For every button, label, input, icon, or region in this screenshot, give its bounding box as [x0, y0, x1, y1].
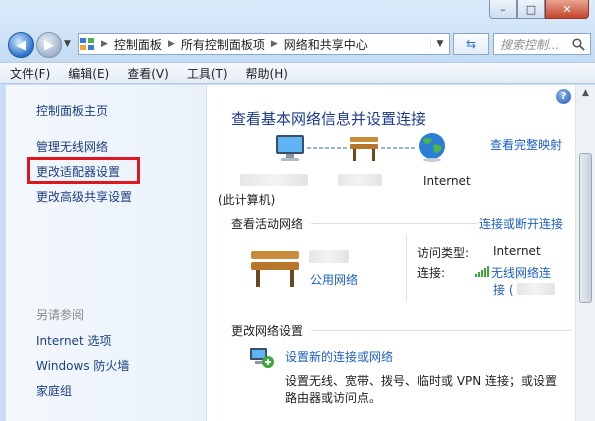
new-connection-description: 设置无线、宽带、拨号、临时或 VPN 连接；或设置 — [285, 374, 558, 388]
control-panel-home-link[interactable]: 控制面板主页 — [36, 102, 108, 119]
maximize-button[interactable]: □ — [517, 0, 545, 19]
change-adapter-settings-link[interactable]: 更改适配器设置 — [36, 163, 120, 180]
section-divider — [311, 330, 571, 331]
menu-view[interactable]: 查看(V) — [127, 65, 169, 82]
windows-firewall-link[interactable]: Windows 防火墙 — [36, 357, 129, 374]
wireless-connection-link-cont[interactable]: 接 ( — [493, 281, 514, 298]
public-network-bench-icon — [247, 245, 303, 289]
scroll-thumb[interactable] — [579, 153, 592, 303]
menu-bar: 文件(F) 编辑(E) 查看(V) 工具(T) 帮助(H) — [0, 62, 595, 84]
breadcrumb-separator[interactable]: ▶ — [269, 39, 280, 49]
address-bar[interactable]: ▶ 控制面板 ▶ 所有控制面板项 ▶ 网络和共享中心 ▼ — [78, 33, 450, 55]
search-icon[interactable] — [572, 37, 590, 51]
address-dropdown[interactable]: ▼ — [430, 39, 449, 49]
public-network-link[interactable]: 公用网络 — [310, 271, 358, 288]
menu-file[interactable]: 文件(F) — [10, 65, 50, 82]
scroll-up-button[interactable]: ▲ — [576, 85, 595, 102]
help-icon[interactable]: ? — [556, 89, 571, 104]
breadcrumb-all-items[interactable]: 所有控制面板项 — [177, 36, 269, 53]
column-divider — [406, 235, 407, 301]
internet-options-link[interactable]: Internet 选项 — [36, 332, 111, 349]
navigation-bar: ◀ ▶ ▼ ▶ 控制面板 ▶ 所有控制面板项 ▶ 网络和共享中心 ▼ ⇆ 搜索控… — [6, 30, 591, 58]
globe-icon — [417, 131, 447, 163]
page-title: 查看基本网络信息并设置连接 — [231, 110, 427, 128]
refresh-button[interactable]: ⇆ — [453, 33, 489, 55]
minimize-button[interactable]: – — [489, 0, 517, 19]
connection-label: 连接: — [417, 266, 446, 280]
computer-icon — [273, 133, 307, 163]
section-divider — [311, 223, 477, 224]
computer-label: (此计算机) — [218, 193, 276, 207]
left-navigation-pane: 控制面板主页 管理无线网络 更改适配器设置 更改高级共享设置 另请参阅 Inte… — [6, 85, 207, 421]
chevron-down-icon: ▼ — [64, 39, 71, 49]
redacted-computer-name — [240, 174, 308, 186]
wifi-signal-icon — [475, 265, 489, 277]
see-full-map-link[interactable]: 查看完整映射 — [490, 136, 562, 153]
new-connection-description-cont: 路由器或访问点。 — [285, 391, 382, 405]
title-bar: – □ ✕ ◀ ▶ ▼ ▶ 控制面板 ▶ 所有控制面板项 ▶ 网络和共享中心 ▼… — [0, 0, 595, 62]
redacted-connection-name — [517, 283, 555, 295]
back-button[interactable]: ◀ — [8, 32, 34, 58]
refresh-icon: ⇆ — [465, 37, 477, 51]
breadcrumb-separator[interactable]: ▶ — [166, 39, 177, 49]
see-also-heading: 另请参阅 — [36, 308, 85, 322]
breadcrumb-network-center[interactable]: 网络和共享中心 — [280, 36, 372, 53]
main-content: ? 查看基本网络信息并设置连接 查看完整映射 (此计算机) Internet 查… — [207, 85, 575, 421]
new-connection-icon — [247, 345, 275, 369]
connection-line — [381, 147, 417, 149]
setup-new-connection-link[interactable]: 设置新的连接或网络 — [285, 348, 393, 365]
menu-edit[interactable]: 编辑(E) — [68, 65, 109, 82]
chevron-up-icon: ▲ — [582, 88, 589, 98]
redacted-network-name — [338, 174, 382, 186]
control-panel-icon — [79, 37, 99, 51]
search-input[interactable]: 搜索控制... — [493, 33, 591, 55]
recent-pages-dropdown[interactable]: ▼ — [64, 39, 71, 49]
forward-button[interactable]: ▶ — [36, 32, 62, 58]
internet-label: Internet — [423, 174, 471, 188]
caption-buttons: – □ ✕ — [489, 0, 589, 19]
vertical-scrollbar[interactable]: ▲ — [575, 85, 595, 421]
arrow-left-icon: ◀ — [16, 37, 26, 53]
menu-help[interactable]: 帮助(H) — [246, 65, 288, 82]
search-placeholder: 搜索控制... — [500, 37, 560, 52]
chevron-down-icon: ▼ — [436, 39, 444, 49]
homegroup-link[interactable]: 家庭组 — [36, 382, 72, 399]
window: – □ ✕ ◀ ▶ ▼ ▶ 控制面板 ▶ 所有控制面板项 ▶ 网络和共享中心 ▼… — [0, 0, 595, 421]
redacted-ssid — [309, 250, 349, 263]
active-network-heading: 查看活动网络 — [231, 217, 304, 231]
close-button[interactable]: ✕ — [545, 0, 589, 19]
access-type-label: 访问类型: — [417, 246, 470, 260]
breadcrumb-control-panel[interactable]: 控制面板 — [110, 36, 166, 53]
wireless-connection-link[interactable]: 无线网络连 — [491, 264, 551, 281]
arrow-right-icon: ▶ — [44, 37, 54, 53]
bench-icon — [347, 133, 381, 163]
change-settings-heading: 更改网络设置 — [231, 324, 304, 338]
connect-disconnect-link[interactable]: 连接或断开连接 — [479, 215, 563, 232]
menu-tools[interactable]: 工具(T) — [187, 65, 228, 82]
advanced-sharing-link[interactable]: 更改高级共享设置 — [36, 188, 132, 205]
connection-line — [307, 147, 347, 149]
breadcrumb-separator[interactable]: ▶ — [99, 39, 110, 49]
manage-wireless-link[interactable]: 管理无线网络 — [36, 138, 108, 155]
access-type-value: Internet — [493, 244, 541, 258]
